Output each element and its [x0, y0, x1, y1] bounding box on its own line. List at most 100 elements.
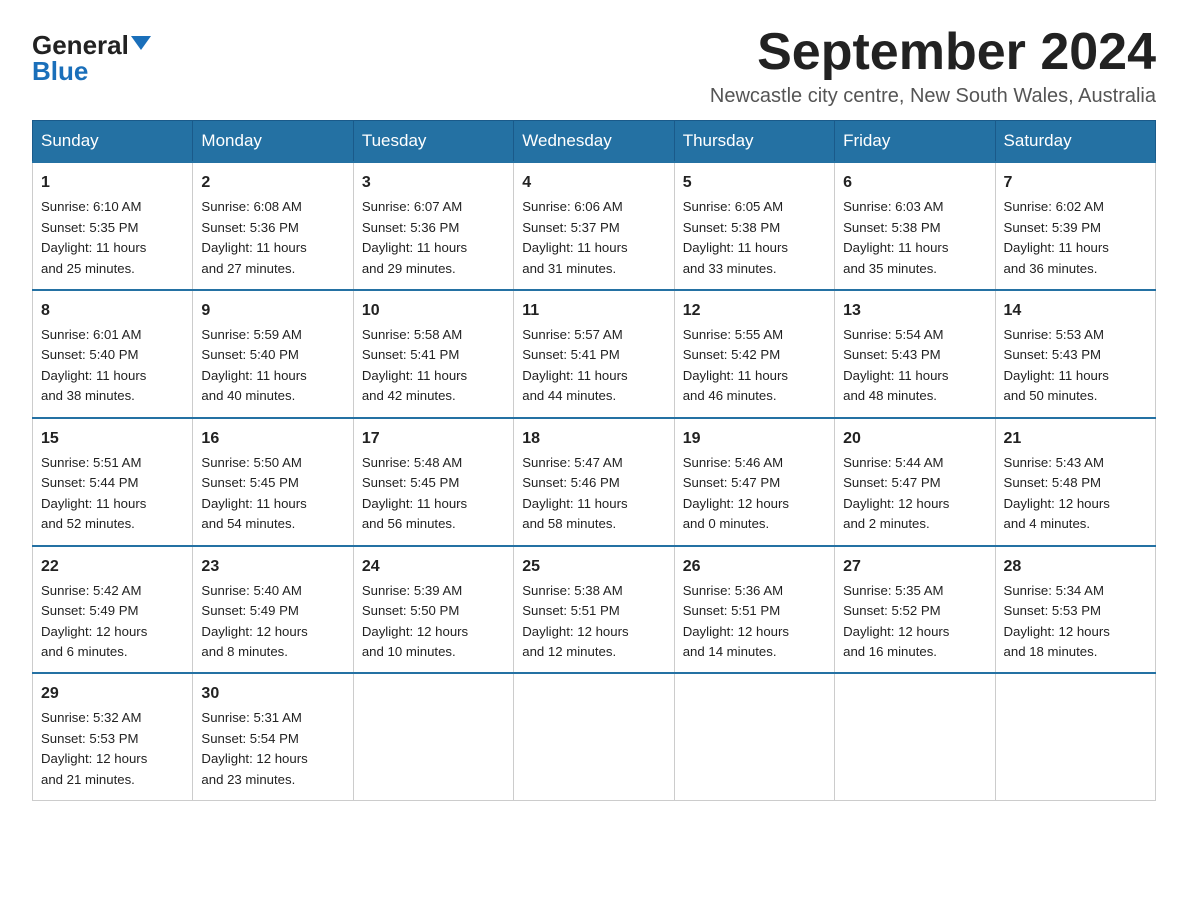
day-number: 18	[522, 427, 665, 451]
day-info: Sunrise: 5:50 AMSunset: 5:45 PMDaylight:…	[201, 453, 344, 535]
table-row: 3Sunrise: 6:07 AMSunset: 5:36 PMDaylight…	[353, 162, 513, 290]
day-number: 9	[201, 299, 344, 323]
day-info: Sunrise: 5:51 AMSunset: 5:44 PMDaylight:…	[41, 453, 184, 535]
day-info: Sunrise: 5:44 AMSunset: 5:47 PMDaylight:…	[843, 453, 986, 535]
day-number: 15	[41, 427, 184, 451]
table-row: 11Sunrise: 5:57 AMSunset: 5:41 PMDayligh…	[514, 290, 674, 418]
col-thursday: Thursday	[674, 121, 834, 163]
day-info: Sunrise: 5:40 AMSunset: 5:49 PMDaylight:…	[201, 581, 344, 663]
day-number: 5	[683, 171, 826, 195]
day-info: Sunrise: 6:10 AMSunset: 5:35 PMDaylight:…	[41, 197, 184, 279]
day-number: 17	[362, 427, 505, 451]
table-row: 29Sunrise: 5:32 AMSunset: 5:53 PMDayligh…	[33, 673, 193, 800]
calendar-table: Sunday Monday Tuesday Wednesday Thursday…	[32, 120, 1156, 801]
day-info: Sunrise: 5:42 AMSunset: 5:49 PMDaylight:…	[41, 581, 184, 663]
table-row: 5Sunrise: 6:05 AMSunset: 5:38 PMDaylight…	[674, 162, 834, 290]
table-row	[353, 673, 513, 800]
calendar-week-row: 22Sunrise: 5:42 AMSunset: 5:49 PMDayligh…	[33, 546, 1156, 674]
logo-blue: Blue	[32, 56, 88, 86]
day-info: Sunrise: 5:38 AMSunset: 5:51 PMDaylight:…	[522, 581, 665, 663]
day-info: Sunrise: 5:47 AMSunset: 5:46 PMDaylight:…	[522, 453, 665, 535]
day-info: Sunrise: 5:43 AMSunset: 5:48 PMDaylight:…	[1004, 453, 1147, 535]
table-row: 8Sunrise: 6:01 AMSunset: 5:40 PMDaylight…	[33, 290, 193, 418]
table-row: 26Sunrise: 5:36 AMSunset: 5:51 PMDayligh…	[674, 546, 834, 674]
day-info: Sunrise: 5:58 AMSunset: 5:41 PMDaylight:…	[362, 325, 505, 407]
table-row: 15Sunrise: 5:51 AMSunset: 5:44 PMDayligh…	[33, 418, 193, 546]
month-title: September 2024	[710, 24, 1156, 81]
table-row: 17Sunrise: 5:48 AMSunset: 5:45 PMDayligh…	[353, 418, 513, 546]
table-row: 4Sunrise: 6:06 AMSunset: 5:37 PMDaylight…	[514, 162, 674, 290]
day-info: Sunrise: 6:07 AMSunset: 5:36 PMDaylight:…	[362, 197, 505, 279]
day-info: Sunrise: 5:39 AMSunset: 5:50 PMDaylight:…	[362, 581, 505, 663]
day-info: Sunrise: 5:53 AMSunset: 5:43 PMDaylight:…	[1004, 325, 1147, 407]
day-info: Sunrise: 5:54 AMSunset: 5:43 PMDaylight:…	[843, 325, 986, 407]
calendar-week-row: 8Sunrise: 6:01 AMSunset: 5:40 PMDaylight…	[33, 290, 1156, 418]
col-saturday: Saturday	[995, 121, 1155, 163]
table-row: 16Sunrise: 5:50 AMSunset: 5:45 PMDayligh…	[193, 418, 353, 546]
table-row: 2Sunrise: 6:08 AMSunset: 5:36 PMDaylight…	[193, 162, 353, 290]
calendar-week-row: 29Sunrise: 5:32 AMSunset: 5:53 PMDayligh…	[33, 673, 1156, 800]
table-row: 1Sunrise: 6:10 AMSunset: 5:35 PMDaylight…	[33, 162, 193, 290]
day-info: Sunrise: 5:48 AMSunset: 5:45 PMDaylight:…	[362, 453, 505, 535]
table-row: 23Sunrise: 5:40 AMSunset: 5:49 PMDayligh…	[193, 546, 353, 674]
day-info: Sunrise: 5:57 AMSunset: 5:41 PMDaylight:…	[522, 325, 665, 407]
day-info: Sunrise: 6:03 AMSunset: 5:38 PMDaylight:…	[843, 197, 986, 279]
day-info: Sunrise: 6:02 AMSunset: 5:39 PMDaylight:…	[1004, 197, 1147, 279]
table-row: 18Sunrise: 5:47 AMSunset: 5:46 PMDayligh…	[514, 418, 674, 546]
day-info: Sunrise: 6:06 AMSunset: 5:37 PMDaylight:…	[522, 197, 665, 279]
table-row: 12Sunrise: 5:55 AMSunset: 5:42 PMDayligh…	[674, 290, 834, 418]
day-number: 22	[41, 555, 184, 579]
day-info: Sunrise: 5:55 AMSunset: 5:42 PMDaylight:…	[683, 325, 826, 407]
day-number: 24	[362, 555, 505, 579]
table-row: 21Sunrise: 5:43 AMSunset: 5:48 PMDayligh…	[995, 418, 1155, 546]
day-number: 23	[201, 555, 344, 579]
day-number: 14	[1004, 299, 1147, 323]
logo-triangle-icon	[131, 36, 151, 50]
day-number: 27	[843, 555, 986, 579]
day-number: 10	[362, 299, 505, 323]
page-header: General Blue September 2024 Newcastle ci…	[32, 24, 1156, 108]
col-monday: Monday	[193, 121, 353, 163]
table-row: 20Sunrise: 5:44 AMSunset: 5:47 PMDayligh…	[835, 418, 995, 546]
calendar-header-row: Sunday Monday Tuesday Wednesday Thursday…	[33, 121, 1156, 163]
day-info: Sunrise: 5:35 AMSunset: 5:52 PMDaylight:…	[843, 581, 986, 663]
day-number: 13	[843, 299, 986, 323]
day-number: 30	[201, 682, 344, 706]
table-row: 27Sunrise: 5:35 AMSunset: 5:52 PMDayligh…	[835, 546, 995, 674]
table-row	[674, 673, 834, 800]
day-number: 8	[41, 299, 184, 323]
day-number: 16	[201, 427, 344, 451]
day-number: 26	[683, 555, 826, 579]
day-number: 1	[41, 171, 184, 195]
table-row: 10Sunrise: 5:58 AMSunset: 5:41 PMDayligh…	[353, 290, 513, 418]
day-info: Sunrise: 5:31 AMSunset: 5:54 PMDaylight:…	[201, 708, 344, 790]
calendar-week-row: 15Sunrise: 5:51 AMSunset: 5:44 PMDayligh…	[33, 418, 1156, 546]
day-number: 21	[1004, 427, 1147, 451]
col-sunday: Sunday	[33, 121, 193, 163]
logo: General Blue	[32, 32, 151, 85]
table-row: 22Sunrise: 5:42 AMSunset: 5:49 PMDayligh…	[33, 546, 193, 674]
day-number: 4	[522, 171, 665, 195]
day-info: Sunrise: 6:05 AMSunset: 5:38 PMDaylight:…	[683, 197, 826, 279]
table-row: 14Sunrise: 5:53 AMSunset: 5:43 PMDayligh…	[995, 290, 1155, 418]
table-row: 13Sunrise: 5:54 AMSunset: 5:43 PMDayligh…	[835, 290, 995, 418]
day-info: Sunrise: 6:08 AMSunset: 5:36 PMDaylight:…	[201, 197, 344, 279]
table-row	[835, 673, 995, 800]
location-subtitle: Newcastle city centre, New South Wales, …	[710, 85, 1156, 108]
table-row	[995, 673, 1155, 800]
calendar-week-row: 1Sunrise: 6:10 AMSunset: 5:35 PMDaylight…	[33, 162, 1156, 290]
table-row: 24Sunrise: 5:39 AMSunset: 5:50 PMDayligh…	[353, 546, 513, 674]
day-number: 6	[843, 171, 986, 195]
title-area: September 2024 Newcastle city centre, Ne…	[710, 24, 1156, 108]
table-row: 30Sunrise: 5:31 AMSunset: 5:54 PMDayligh…	[193, 673, 353, 800]
table-row: 7Sunrise: 6:02 AMSunset: 5:39 PMDaylight…	[995, 162, 1155, 290]
logo-general: General	[32, 32, 129, 58]
day-info: Sunrise: 5:34 AMSunset: 5:53 PMDaylight:…	[1004, 581, 1147, 663]
day-number: 11	[522, 299, 665, 323]
day-info: Sunrise: 5:46 AMSunset: 5:47 PMDaylight:…	[683, 453, 826, 535]
table-row	[514, 673, 674, 800]
day-number: 20	[843, 427, 986, 451]
col-friday: Friday	[835, 121, 995, 163]
day-number: 29	[41, 682, 184, 706]
day-number: 2	[201, 171, 344, 195]
